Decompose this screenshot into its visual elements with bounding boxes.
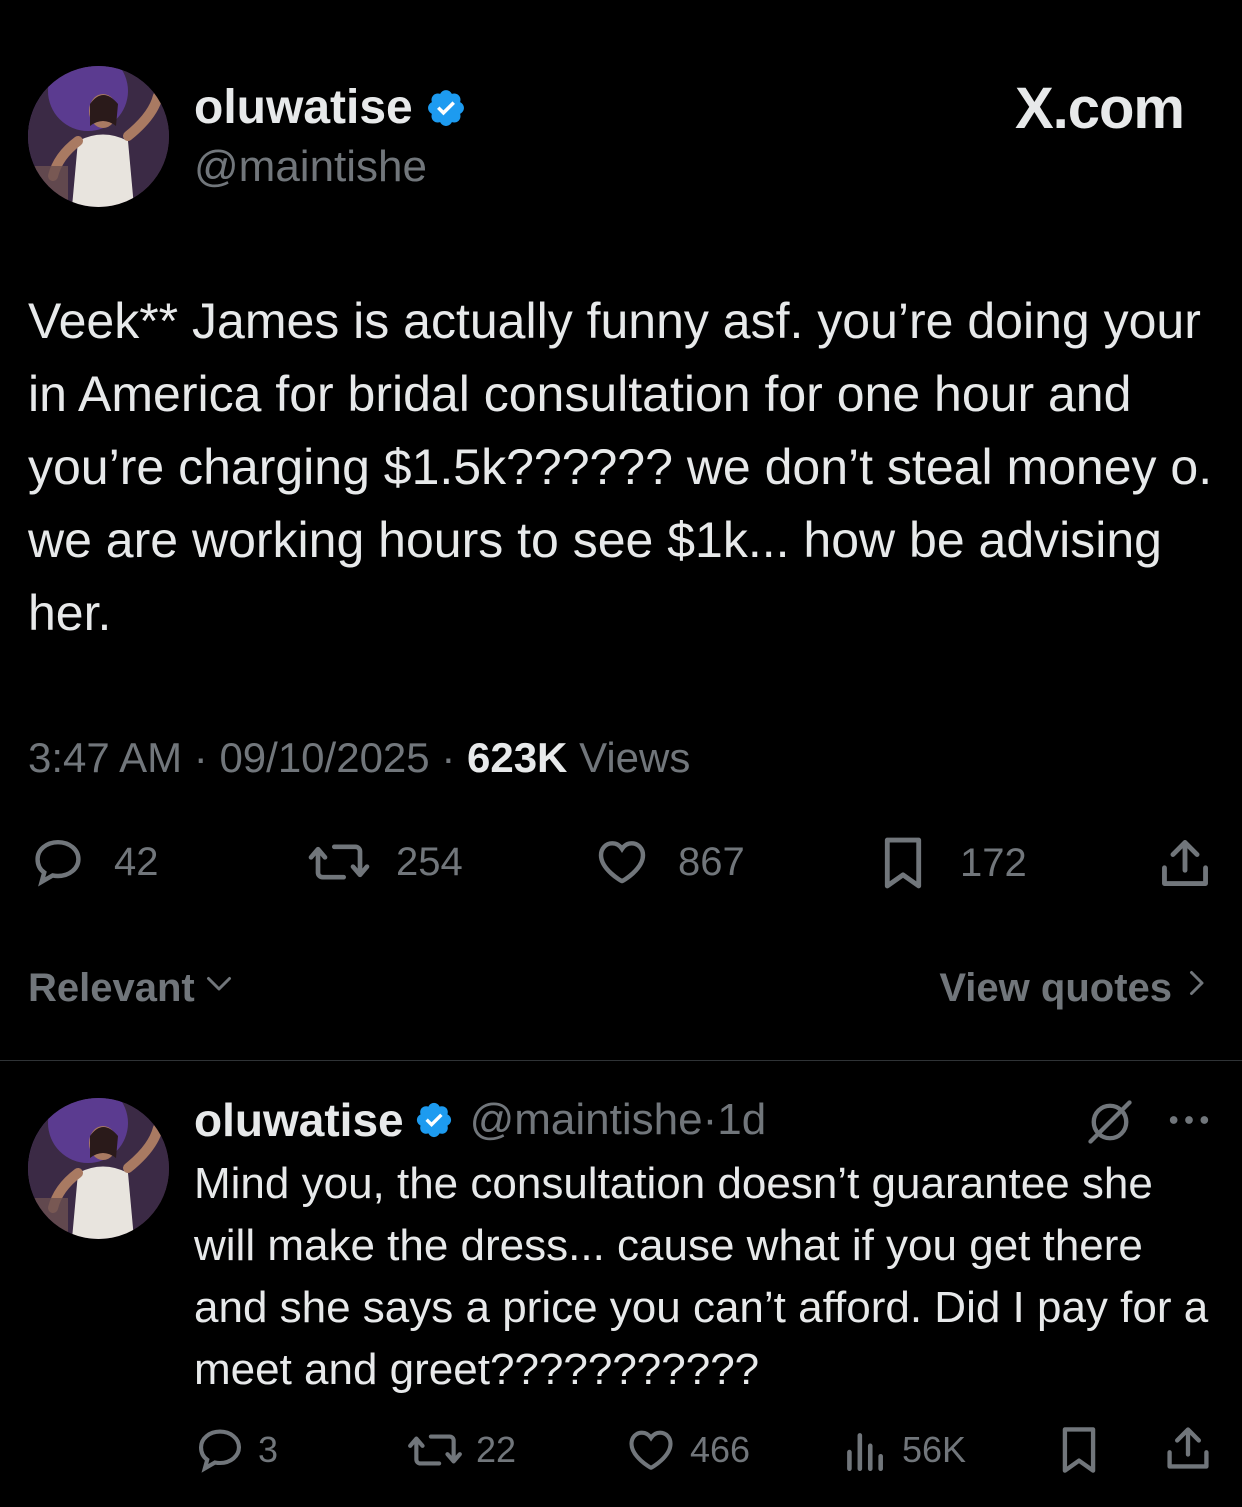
speech-bubble-icon [194, 1424, 246, 1476]
reply-text: Mind you, the consultation doesn’t guara… [194, 1159, 1209, 1394]
author-avatar[interactable] [28, 66, 169, 207]
repost-arrows-icon [406, 1425, 464, 1475]
brand-logo: X.com [1014, 76, 1185, 141]
views-label: Views [579, 734, 691, 781]
reply-views-count: 56K [902, 1429, 967, 1470]
reply-author-handle[interactable]: @maintishe [470, 1095, 703, 1145]
author-handle[interactable]: @maintishe [194, 140, 427, 194]
heart-icon [592, 834, 652, 890]
reply-reply-button[interactable]: 3 [194, 1424, 278, 1476]
speech-bubble-icon [28, 834, 88, 890]
verified-badge-icon [414, 1100, 454, 1140]
reply-count: 42 [114, 839, 159, 884]
like-button[interactable]: 867 [592, 834, 745, 890]
reply-repost-count: 22 [476, 1429, 517, 1470]
repost-count: 254 [396, 839, 463, 884]
section-divider [0, 1060, 1242, 1061]
tweet-meta: 3:47 AM · 09/10/2025 · 623K Views [28, 734, 691, 781]
reply-bookmark-button[interactable] [1056, 1424, 1102, 1476]
verified-badge-icon [425, 87, 467, 129]
bookmark-icon [1056, 1424, 1102, 1476]
heart-icon [624, 1424, 678, 1476]
author-name-text[interactable]: oluwatise [194, 80, 413, 136]
reply-views-button[interactable]: 56K [842, 1424, 966, 1476]
chevron-right-icon [1178, 965, 1214, 1011]
share-upload-icon [1156, 834, 1214, 892]
share-button[interactable] [1156, 834, 1214, 892]
bookmark-button[interactable]: 172 [876, 834, 1027, 892]
repost-button[interactable]: 254 [306, 834, 463, 890]
tweet-date[interactable]: 09/10/2025 [219, 734, 429, 781]
bookmark-icon [876, 834, 930, 892]
bar-chart-icon [842, 1425, 886, 1475]
reply-repost-button[interactable]: 22 [406, 1424, 516, 1476]
view-quotes-label: View quotes [939, 965, 1172, 1010]
reply-author-name[interactable]: oluwatise [194, 1093, 404, 1147]
reply-button[interactable]: 42 [28, 834, 159, 890]
reply-author-avatar[interactable] [28, 1098, 169, 1239]
reply-share-button[interactable] [1162, 1422, 1214, 1474]
view-quotes-link[interactable]: View quotes [939, 962, 1214, 1014]
tweet-time[interactable]: 3:47 AM [28, 734, 182, 781]
views-count: 623K [466, 734, 568, 781]
bookmark-count: 172 [960, 840, 1027, 885]
sort-dropdown[interactable]: Relevant [28, 962, 237, 1014]
sort-label: Relevant [28, 965, 195, 1010]
share-upload-icon [1162, 1422, 1214, 1474]
more-dots-icon[interactable] [1166, 1104, 1212, 1141]
reply-reply-count: 3 [258, 1429, 279, 1470]
reply-like-button[interactable]: 466 [624, 1424, 750, 1476]
like-count: 867 [678, 839, 745, 884]
tweet-text: Veek** James is actually funny asf. you’… [28, 293, 1213, 641]
reply-like-count: 466 [690, 1429, 751, 1470]
chevron-down-icon [201, 965, 237, 1011]
repost-arrows-icon [306, 834, 372, 890]
reply-header: oluwatise @maintishe · 1d [194, 1093, 767, 1147]
reply-age[interactable]: 1d [717, 1095, 766, 1145]
author-name[interactable]: oluwatise [194, 80, 467, 136]
grok-slash-icon[interactable] [1084, 1096, 1136, 1153]
